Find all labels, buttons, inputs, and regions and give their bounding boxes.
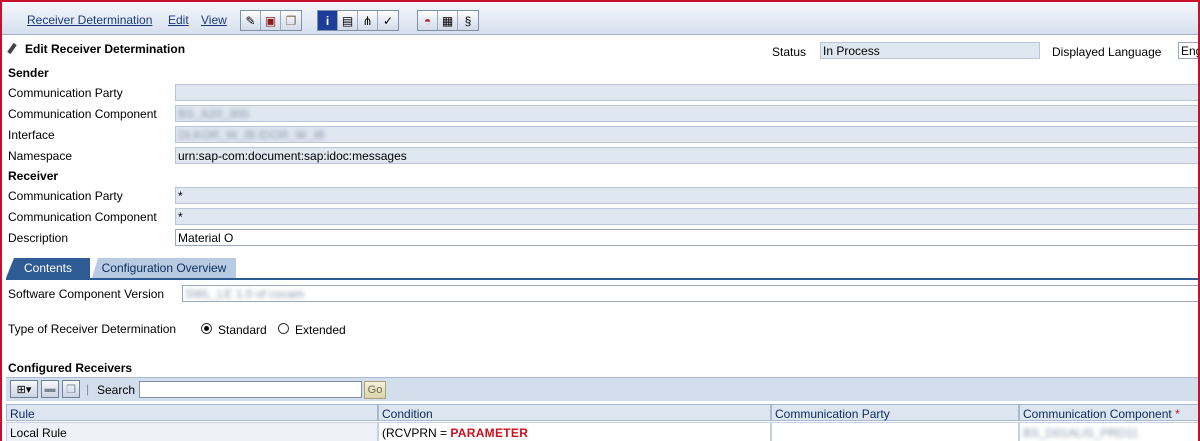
swcv-label: Software Component Version: [8, 287, 165, 301]
info-icon[interactable]: i: [318, 11, 338, 30]
save-icon[interactable]: ▣: [261, 11, 281, 30]
table-toolbar: ⊞▾ ▬ ❒ | Search Go: [6, 377, 1198, 401]
menu-receiver-determination[interactable]: Receiver Determination: [27, 13, 152, 27]
table-row-rule-cell[interactable]: Local Rule: [6, 422, 378, 441]
sender-component-field[interactable]: BS_A20_300: [175, 105, 1198, 122]
receiver-section-title: Receiver: [8, 169, 59, 183]
edit-pencil-icon: [8, 43, 20, 55]
radio-standard[interactable]: [201, 323, 212, 334]
interface-label: Interface: [8, 128, 55, 142]
description-field[interactable]: Material O: [175, 229, 1198, 246]
condition-parameter: PARAMETER: [450, 426, 529, 440]
tab-divider: [6, 278, 1198, 280]
column-header-party[interactable]: Communication Party: [771, 404, 1019, 421]
column-header-rule[interactable]: Rule: [6, 404, 378, 421]
description-label: Description: [8, 231, 69, 245]
receiver-type-label: Type of Receiver Determination: [8, 322, 177, 336]
column-header-component[interactable]: Communication Component *: [1019, 404, 1198, 421]
tab-contents[interactable]: Contents: [6, 258, 90, 278]
hat-icon[interactable]: ◓: [418, 11, 438, 30]
window-frame: Receiver Determination Edit View ✎ ▣ ❐ i…: [0, 0, 1200, 441]
configured-receivers-title: Configured Receivers: [8, 361, 133, 375]
tree-icon[interactable]: ⋔: [358, 11, 378, 30]
toolbar-group-misc: ◓ ▦ §: [417, 10, 479, 31]
interface-field[interactable]: DLKOR_W_IB.IDOR_W_IB: [175, 126, 1198, 143]
receiver-party-field[interactable]: *: [175, 187, 1198, 204]
table-icon[interactable]: ▦: [438, 11, 458, 30]
sender-party-label: Communication Party: [8, 86, 123, 100]
radio-extended[interactable]: [278, 323, 289, 334]
radio-extended-label: Extended: [295, 323, 346, 337]
toolbar-group-tools: i ▤ ⋔ ✓: [317, 10, 399, 31]
check-icon[interactable]: ✓: [378, 11, 398, 30]
radio-standard-label: Standard: [218, 323, 267, 337]
delete-row-icon[interactable]: ▬: [41, 380, 59, 398]
column-header-condition[interactable]: Condition: [378, 404, 771, 421]
swcv-field[interactable]: SWL_LE 1.0 of cocam: [182, 285, 1198, 302]
menu-view[interactable]: View: [201, 13, 227, 27]
sender-party-field[interactable]: [175, 84, 1198, 101]
language-label: Displayed Language: [1052, 45, 1162, 59]
script-icon[interactable]: §: [458, 11, 478, 30]
search-input[interactable]: [139, 381, 362, 398]
table-row-party-cell[interactable]: [771, 422, 1019, 441]
go-button[interactable]: Go: [364, 381, 386, 399]
copy-icon[interactable]: ❐: [281, 11, 301, 30]
add-row-icon[interactable]: ⊞▾: [10, 380, 38, 398]
folder-icon[interactable]: ❒: [62, 380, 80, 398]
status-field: In Process: [820, 42, 1040, 59]
receiver-component-field[interactable]: *: [175, 208, 1198, 225]
page-title-text: Edit Receiver Determination: [25, 42, 186, 56]
required-mark: *: [1175, 407, 1180, 421]
table-row-condition-cell[interactable]: (RCVPRN = PARAMETER: [378, 422, 771, 441]
display-icon[interactable]: ▤: [338, 11, 358, 30]
language-select[interactable]: Eng: [1178, 42, 1198, 59]
page-title: Edit Receiver Determination: [8, 42, 185, 56]
toolbar-group-edit: ✎ ▣ ❐: [240, 10, 302, 31]
menu-bar: Receiver Determination Edit View ✎ ▣ ❐ i…: [2, 2, 1198, 35]
namespace-label: Namespace: [8, 149, 73, 163]
status-label: Status: [772, 45, 807, 59]
table-row-component-cell[interactable]: BS_D01ALIS_PRD11: [1019, 422, 1198, 441]
sender-section-title: Sender: [8, 66, 49, 80]
receiver-party-label: Communication Party: [8, 189, 123, 203]
menu-edit[interactable]: Edit: [168, 13, 189, 27]
sender-component-label: Communication Component: [8, 107, 157, 121]
tab-configuration-overview[interactable]: Configuration Overview: [92, 258, 236, 278]
namespace-field[interactable]: urn:sap-com:document:sap:idoc:messages: [175, 147, 1198, 164]
search-label: Search: [97, 383, 136, 397]
pencil-glasses-icon[interactable]: ✎: [241, 11, 261, 30]
toolbar-separator: |: [86, 382, 90, 396]
receiver-component-label: Communication Component: [8, 210, 157, 224]
